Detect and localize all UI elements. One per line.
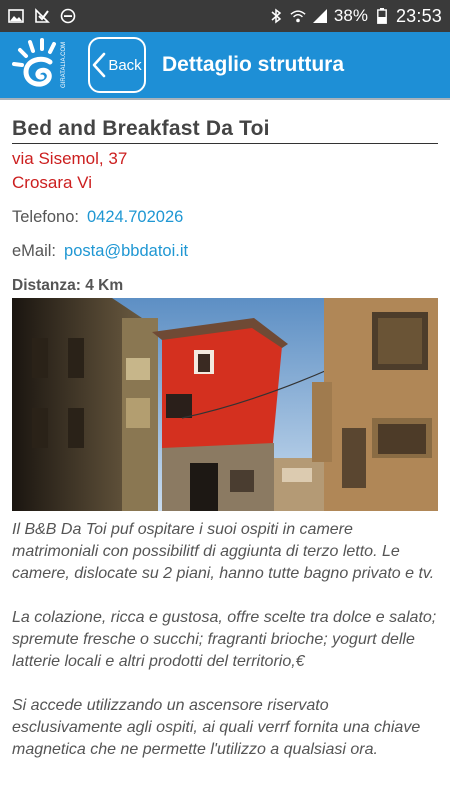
- svg-text:GIRATALIA.COM: GIRATALIA.COM: [61, 42, 67, 88]
- description: Il B&B Da Toi puf ospitare i suoi ospiti…: [12, 519, 438, 761]
- email-link[interactable]: posta@bbdatoi.it: [64, 242, 188, 261]
- distance: Distanza: 4 Km: [12, 277, 124, 294]
- battery-percent: 38%: [333, 6, 368, 25]
- description-paragraph: Si accede utilizzando un ascensore riser…: [12, 697, 421, 758]
- app-bar: GIRATALIA.COM Back Dettaglio struttura: [0, 32, 450, 100]
- description-paragraph: La colazione, ricca e gustosa, offre sce…: [12, 609, 437, 670]
- email-row: eMail: posta@bbdatoi.it: [12, 242, 438, 261]
- image-notification-icon: [8, 8, 24, 24]
- download-check-icon: [34, 8, 50, 24]
- bluetooth-icon: [268, 8, 284, 24]
- wifi-icon: [290, 8, 306, 24]
- structure-name: Bed and Breakfast Da Toi: [12, 100, 438, 144]
- phone-label: Telefono:: [12, 208, 79, 226]
- phone-link[interactable]: 0424.702026: [87, 208, 183, 227]
- giratalia-logo[interactable]: GIRATALIA.COM: [0, 31, 80, 99]
- back-button[interactable]: Back: [88, 37, 146, 93]
- phone-row: Telefono: 0424.702026: [12, 208, 438, 227]
- page-title: Dettaglio struttura: [162, 53, 345, 76]
- battery-icon: [374, 8, 390, 24]
- address-street: via Sisemol, 37: [12, 149, 128, 168]
- status-bar: 38% 23:53: [0, 0, 450, 32]
- clock: 23:53: [395, 5, 442, 26]
- do-not-disturb-icon: [60, 8, 76, 24]
- back-button-label: Back: [108, 56, 142, 74]
- structure-photo: [12, 298, 438, 511]
- structure-detail: Bed and Breakfast Da Toi via Sisemol, 37…: [12, 100, 438, 783]
- signal-icon: [312, 8, 328, 24]
- chevron-left-icon: [93, 52, 106, 78]
- address-city: Crosara Vi: [12, 173, 92, 192]
- description-paragraph: Il B&B Da Toi puf ospitare i suoi ospiti…: [12, 521, 435, 582]
- email-label: eMail:: [12, 242, 57, 260]
- logo-mark-icon: GIRATALIA.COM: [12, 38, 67, 88]
